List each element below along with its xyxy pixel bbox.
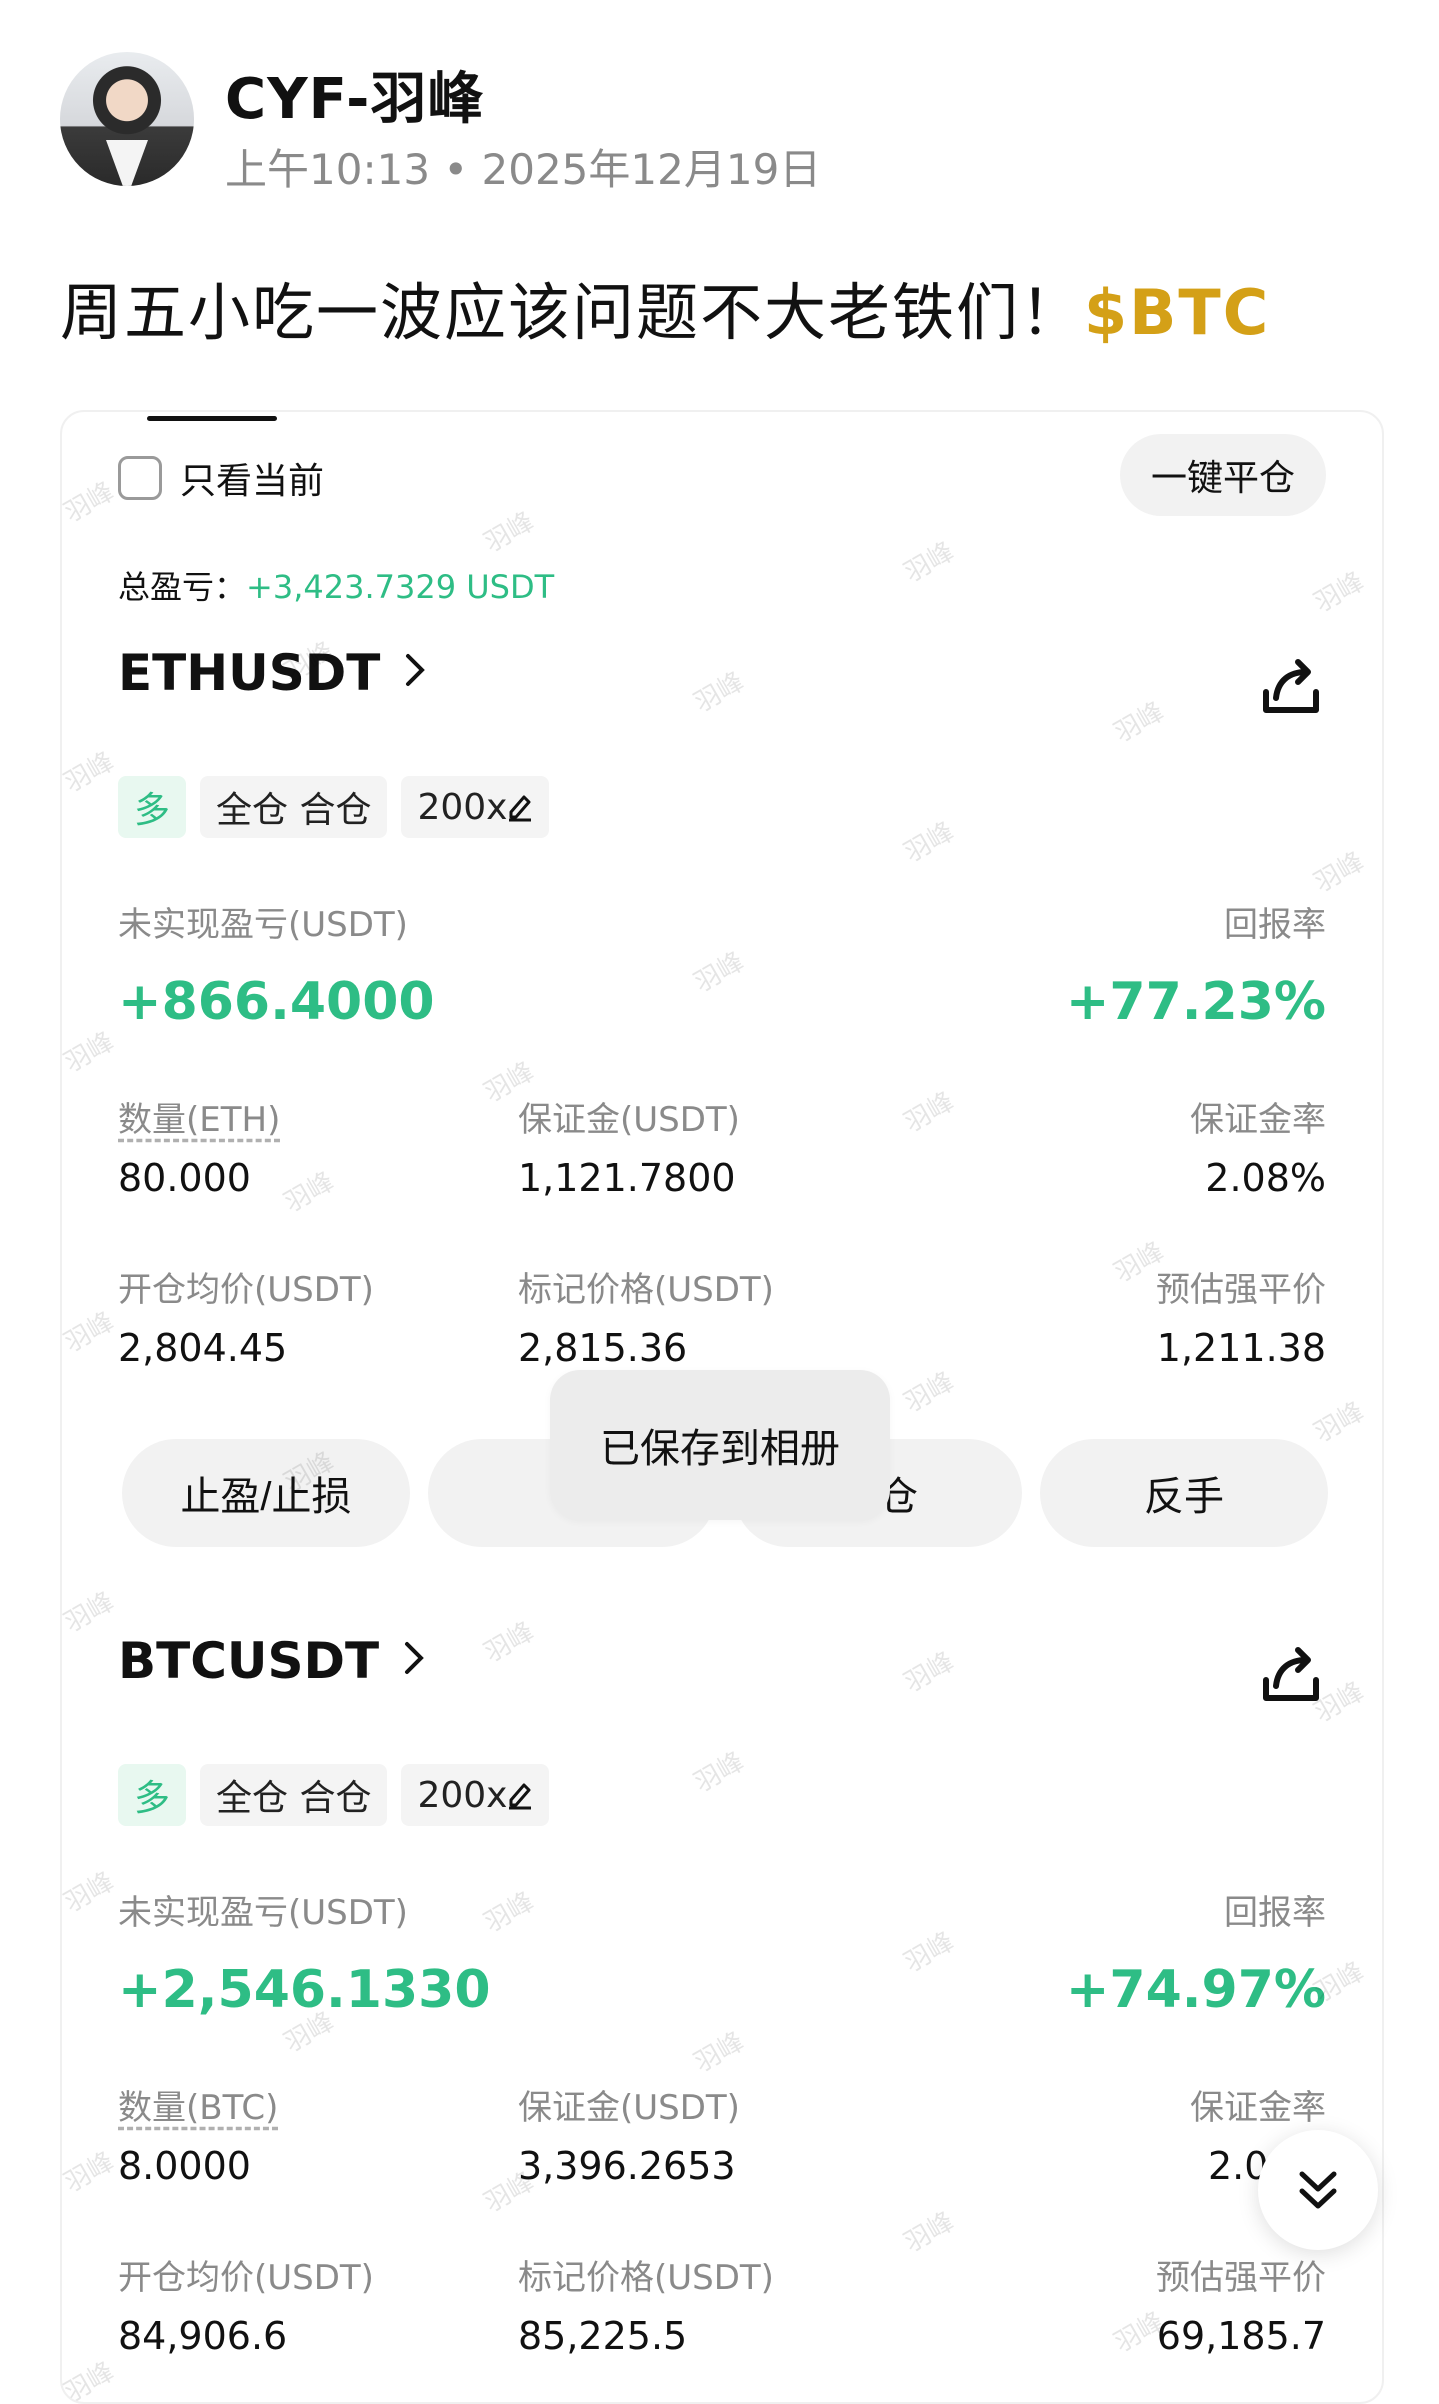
watermark: 羽峰 <box>60 1586 120 1639</box>
mark-price-label: 标记价格(USDT) <box>518 2258 774 2298</box>
unrealized-pnl-label: 未实现盈亏(USDT) <box>118 1893 408 1933</box>
mark-price-label: 标记价格(USDT) <box>518 1270 774 1310</box>
close-all-button[interactable]: 一键平仓 <box>1120 434 1326 516</box>
only-current-toggle[interactable]: 只看当前 <box>118 452 324 504</box>
position-title-eth[interactable]: ETHUSDT <box>118 644 426 702</box>
author-name[interactable]: CYF-羽峰 <box>225 54 484 135</box>
roe-value: +74.97% <box>1065 1960 1326 2020</box>
edit-icon <box>509 1783 532 1810</box>
post-body: 周五小吃一波应该问题不大老铁们！$BTC <box>60 262 1270 352</box>
watermark: 羽峰 <box>1309 846 1370 899</box>
saved-toast: 已保存到相册 <box>550 1370 890 1520</box>
leverage-tag[interactable]: 200x <box>401 1764 550 1826</box>
watermark: 羽峰 <box>899 1926 960 1979</box>
post-timestamp: 上午10:13 • 2025年12月19日 <box>225 145 822 194</box>
margin-ratio-label: 保证金率 <box>1190 2088 1326 2128</box>
entry-price-label: 开仓均价(USDT) <box>118 2258 374 2298</box>
tab-indicator <box>147 416 277 421</box>
position-tags: 多 全仓 合仓 200x <box>118 1764 550 1826</box>
double-chevron-down-icon <box>1299 2171 1337 2209</box>
entry-price-label: 开仓均价(USDT) <box>118 1270 374 1310</box>
leverage-tag[interactable]: 200x <box>401 776 550 838</box>
liq-price-value: 69,185.7 <box>1156 2314 1326 2358</box>
watermark: 羽峰 <box>1109 696 1170 749</box>
reverse-button[interactable]: 反手 <box>1040 1439 1328 1547</box>
margin-mode-tag: 全仓 合仓 <box>200 776 388 838</box>
margin-mode-tag: 全仓 合仓 <box>200 1764 388 1826</box>
share-icon[interactable] <box>1256 1640 1326 1710</box>
total-pnl-value: +3,423.7329 USDT <box>246 568 555 606</box>
unrealized-pnl-value: +2,546.1330 <box>118 1960 491 2020</box>
margin-ratio-label: 保证金率 <box>1190 1100 1326 1140</box>
watermark: 羽峰 <box>60 2146 120 2199</box>
watermark: 羽峰 <box>689 2026 750 2079</box>
watermark: 羽峰 <box>689 666 750 719</box>
watermark: 羽峰 <box>899 816 960 869</box>
ticker-link[interactable]: $BTC <box>1084 276 1270 349</box>
roe-label: 回报率 <box>1224 905 1326 945</box>
watermark: 羽峰 <box>1309 566 1370 619</box>
leverage-value: 200x <box>417 786 508 828</box>
unrealized-pnl-value: +866.4000 <box>118 972 435 1032</box>
symbol-label: BTCUSDT <box>118 1632 380 1690</box>
scroll-down-button[interactable] <box>1258 2130 1378 2250</box>
unrealized-pnl-label: 未实现盈亏(USDT) <box>118 905 408 945</box>
quantity-label[interactable]: 数量(ETH) <box>118 1092 280 1141</box>
liq-price-label: 预估强平价 <box>1156 2258 1326 2298</box>
watermark: 羽峰 <box>60 746 120 799</box>
watermark: 羽峰 <box>899 1086 960 1139</box>
checkbox[interactable] <box>118 456 162 500</box>
watermark: 羽峰 <box>60 1306 120 1359</box>
mark-price-value: 85,225.5 <box>518 2314 688 2358</box>
watermark: 羽峰 <box>899 1366 960 1419</box>
avatar[interactable] <box>60 52 194 186</box>
margin-value: 1,121.7800 <box>518 1156 736 1200</box>
watermark: 羽峰 <box>479 1886 540 1939</box>
post-text: 周五小吃一波应该问题不大老铁们！ <box>60 276 1085 349</box>
side-tag: 多 <box>118 776 186 838</box>
watermark: 羽峰 <box>60 476 120 529</box>
watermark: 羽峰 <box>479 506 540 559</box>
leverage-value: 200x <box>417 1774 508 1816</box>
only-current-label: 只看当前 <box>180 461 325 502</box>
quantity-value: 8.0000 <box>118 2144 251 2188</box>
margin-label: 保证金(USDT) <box>518 1100 740 1140</box>
roe-label: 回报率 <box>1224 1893 1326 1933</box>
margin-value: 3,396.2653 <box>518 2144 736 2188</box>
total-pnl-label: 总盈亏： <box>118 568 247 606</box>
roe-value: +77.23% <box>1065 972 1326 1032</box>
quantity-value: 80.000 <box>118 1156 251 1200</box>
watermark: 羽峰 <box>60 2356 120 2404</box>
edit-icon <box>509 795 532 822</box>
margin-label: 保证金(USDT) <box>518 2088 740 2128</box>
position-tags: 多 全仓 合仓 200x <box>118 776 550 838</box>
quantity-label[interactable]: 数量(BTC) <box>118 2080 278 2129</box>
watermark: 羽峰 <box>60 1026 120 1079</box>
liq-price-label: 预估强平价 <box>1156 1270 1326 1310</box>
watermark: 羽峰 <box>479 1616 540 1669</box>
post-header: CYF-羽峰 上午10:13 • 2025年12月19日 <box>60 52 1360 194</box>
entry-price-value: 2,804.45 <box>118 1326 288 1370</box>
chevron-right-icon <box>404 649 426 698</box>
position-title-btc[interactable]: BTCUSDT <box>118 1632 425 1690</box>
watermark: 羽峰 <box>689 1746 750 1799</box>
margin-ratio-value: 2.08% <box>1205 1156 1326 1200</box>
watermark: 羽峰 <box>60 1866 120 1919</box>
watermark: 羽峰 <box>899 1646 960 1699</box>
symbol-label: ETHUSDT <box>118 644 381 702</box>
tp-sl-button[interactable]: 止盈/止损 <box>122 1439 410 1547</box>
chevron-right-icon <box>403 1637 425 1686</box>
watermark: 羽峰 <box>279 1166 340 1219</box>
share-icon[interactable] <box>1256 652 1326 722</box>
watermark: 羽峰 <box>689 946 750 999</box>
total-pnl: 总盈亏：+3,423.7329 USDT <box>118 562 554 608</box>
watermark: 羽峰 <box>899 536 960 589</box>
side-tag: 多 <box>118 1764 186 1826</box>
mark-price-value: 2,815.36 <box>518 1326 688 1370</box>
entry-price-value: 84,906.6 <box>118 2314 288 2358</box>
liq-price-value: 1,211.38 <box>1156 1326 1326 1370</box>
watermark: 羽峰 <box>899 2206 960 2259</box>
